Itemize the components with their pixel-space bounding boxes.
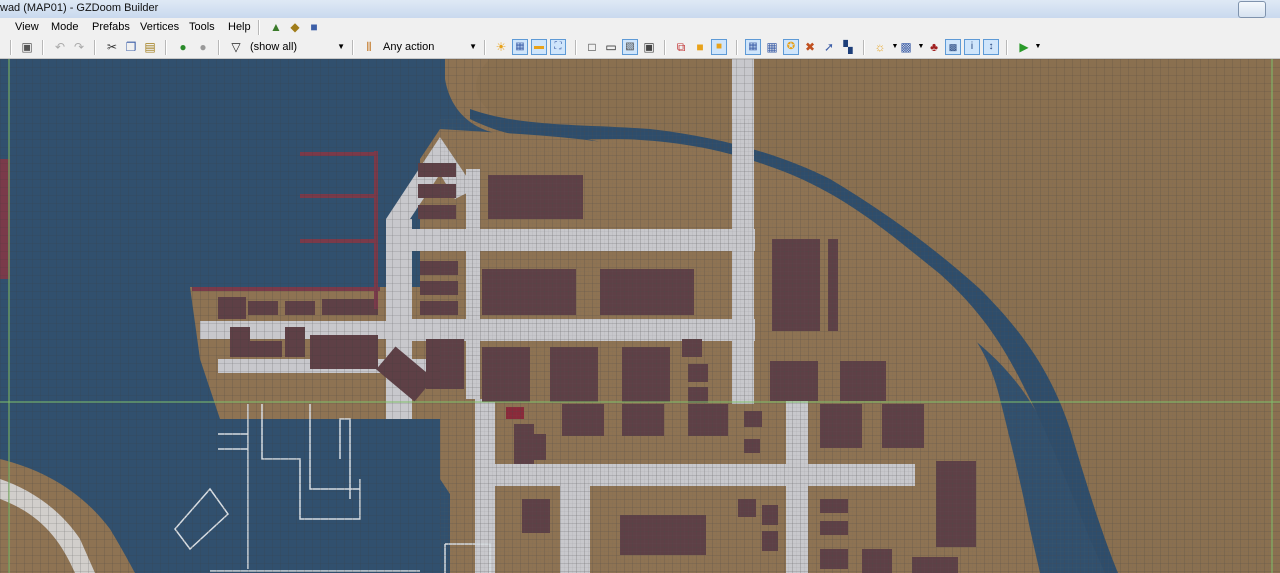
linedef-colors-icon[interactable]: ⦀: [361, 39, 377, 55]
toolbar-separator: [165, 40, 167, 55]
chevron-down-icon: ▼: [469, 42, 477, 51]
toolbar-separator: [484, 40, 486, 55]
view-ceilings-icon[interactable]: ▣: [641, 39, 657, 55]
vertical-icon[interactable]: ↕: [983, 39, 999, 55]
create-prefab-icon[interactable]: ■: [306, 19, 322, 35]
main-toolbar: ▣ ↶ ↷ ✂ ❐ ▤ ● ● ▽ (show all) ▼ ⦀ Any act…: [0, 37, 1280, 59]
chevron-down-icon: ▼: [337, 42, 345, 51]
toolbar-separator: [352, 40, 354, 55]
menu-view[interactable]: View: [15, 21, 39, 33]
fullscreen-icon[interactable]: ⛶: [550, 39, 566, 55]
minimize-button[interactable]: [1238, 1, 1266, 18]
menu-mode[interactable]: Mode: [51, 21, 79, 33]
cut-icon[interactable]: ✂: [104, 39, 120, 55]
fog-icon[interactable]: ▩: [945, 39, 961, 55]
models-icon[interactable]: ▩: [898, 39, 914, 55]
brightness-icon[interactable]: ☀: [493, 39, 509, 55]
info-icon[interactable]: i: [964, 39, 980, 55]
menu-bar: View Mode Prefabs Vertices Tools Help ▲ …: [0, 18, 1280, 37]
grid-icon[interactable]: ▦: [512, 39, 528, 55]
event-lines-icon[interactable]: ♣: [926, 39, 942, 55]
map-canvas[interactable]: [0, 59, 1280, 573]
replace-geometry-icon[interactable]: ■: [692, 39, 708, 55]
menu-prefabs[interactable]: Prefabs: [92, 21, 130, 33]
things-filter-value: (show all): [250, 41, 298, 53]
chevron-down-icon[interactable]: ▼: [1030, 39, 1046, 55]
highlight-icon[interactable]: ✪: [783, 39, 799, 55]
menu-vertices[interactable]: Vertices: [140, 21, 179, 33]
redo-icon[interactable]: ↷: [71, 39, 87, 55]
window-title: wad (MAP01) - GZDoom Builder: [0, 2, 159, 14]
paste-icon[interactable]: ▤: [142, 39, 158, 55]
copy-icon[interactable]: ❐: [123, 39, 139, 55]
tags-icon[interactable]: ➚: [821, 39, 837, 55]
title-bar: wad (MAP01) - GZDoom Builder: [0, 0, 1280, 19]
toolbar-separator: [218, 40, 220, 55]
insert-prefab-icon[interactable]: ▲: [268, 19, 284, 35]
toolbar-separator: [42, 40, 44, 55]
view-floors-icon[interactable]: ▧: [622, 39, 638, 55]
sectors-icon[interactable]: ▚: [840, 39, 856, 55]
menu-help[interactable]: Help: [228, 21, 251, 33]
comments-icon[interactable]: ▬: [531, 39, 547, 55]
auto-merge-icon[interactable]: ▦: [764, 39, 780, 55]
textures-icon[interactable]: ✖: [802, 39, 818, 55]
toolbar-separator: [664, 40, 666, 55]
menu-separator: [258, 20, 260, 35]
map-view[interactable]: [0, 59, 1280, 573]
action-filter-select[interactable]: Any action ▼: [383, 39, 477, 55]
toolbar-separator: [575, 40, 577, 55]
things-filter-select[interactable]: (show all) ▼: [250, 39, 345, 55]
things-view-icon[interactable]: ●: [195, 39, 211, 55]
action-filter-value: Any action: [383, 41, 435, 53]
lightbulb-icon[interactable]: ☼: [872, 39, 888, 55]
insert-previous-prefab-icon[interactable]: ◆: [287, 19, 303, 35]
split-geometry-icon[interactable]: ■: [711, 39, 727, 55]
grid-fine-overlay: [440, 119, 1280, 573]
toolbar-separator: [10, 40, 12, 55]
toolbar-separator: [863, 40, 865, 55]
menu-tools[interactable]: Tools: [189, 21, 215, 33]
toolbar-separator: [736, 40, 738, 55]
view-wireframe-icon[interactable]: □: [584, 39, 600, 55]
merge-geometry-icon[interactable]: ⧉: [673, 39, 689, 55]
filter-icon[interactable]: ▽: [228, 39, 244, 55]
undo-icon[interactable]: ↶: [52, 39, 68, 55]
view-brightness-icon[interactable]: ▭: [603, 39, 619, 55]
toolbar-separator: [1006, 40, 1008, 55]
snap-grid-icon[interactable]: ▦: [745, 39, 761, 55]
map-options-icon[interactable]: ▣: [19, 39, 35, 55]
things-filter-icon[interactable]: ●: [175, 39, 191, 55]
toolbar-separator: [94, 40, 96, 55]
